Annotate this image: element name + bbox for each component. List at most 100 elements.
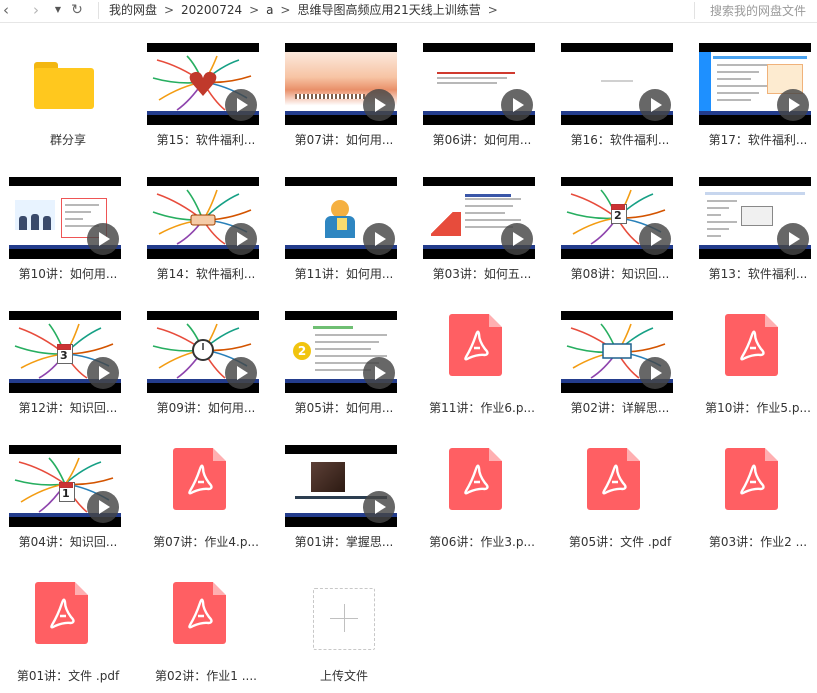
video-file-item[interactable]: 第02讲：详解思...	[555, 291, 685, 425]
pdf-file-item[interactable]: 第01讲：文件 .pdf	[3, 559, 133, 693]
file-name-label: 第14：软件福利...	[156, 267, 256, 281]
pdf-icon	[449, 314, 502, 376]
divider	[694, 2, 695, 19]
file-name-label: 第06讲：作业3.p...	[429, 535, 535, 549]
play-icon[interactable]	[639, 223, 671, 255]
play-icon[interactable]	[225, 223, 257, 255]
breadcrumb-item-current[interactable]: 思维导图高频应用21天线上训练营	[297, 0, 480, 21]
file-name-label: 上传文件	[319, 669, 368, 683]
back-arrow-icon[interactable]: ‹	[0, 0, 12, 22]
pdf-icon	[587, 448, 640, 510]
video-thumbnail	[147, 43, 259, 125]
file-name-label: 第11讲：如何用...	[294, 267, 394, 281]
video-file-item[interactable]: 第03讲：如何五...	[417, 157, 547, 291]
video-file-item[interactable]: 第16：软件福利...	[555, 23, 685, 157]
video-file-item[interactable]: 第01讲：掌握思...	[279, 425, 409, 559]
video-file-item[interactable]: 第09讲：如何用...	[141, 291, 271, 425]
play-icon[interactable]	[87, 491, 119, 523]
pdf-file-item[interactable]: 第10讲：作业5.p...	[693, 291, 817, 425]
video-file-item[interactable]: 3 第12讲：知识回...	[3, 291, 133, 425]
pdf-file-item[interactable]: 第11讲：作业6.p...	[417, 291, 547, 425]
video-file-item[interactable]: 2 第05讲：如何用...	[279, 291, 409, 425]
video-file-item[interactable]: 第15：软件福利...	[141, 23, 271, 157]
file-name-label: 第01讲：文件 .pdf	[16, 669, 120, 683]
play-icon[interactable]	[501, 89, 533, 121]
breadcrumb-item[interactable]: 我的网盘	[109, 0, 157, 21]
video-file-item[interactable]: 2 第08讲：知识回...	[555, 157, 685, 291]
video-file-item[interactable]: 1 第04讲：知识回...	[3, 425, 133, 559]
file-name-label: 第01讲：掌握思...	[294, 535, 394, 549]
folder-item[interactable]: 群分享	[3, 23, 133, 157]
pdf-file-item[interactable]: 第03讲：作业2 ...	[693, 425, 817, 559]
pdf-icon	[35, 582, 88, 644]
play-icon[interactable]	[87, 357, 119, 389]
pdf-icon	[173, 582, 226, 644]
video-file-item[interactable]: 第14：软件福利...	[141, 157, 271, 291]
pdf-icon	[449, 448, 502, 510]
play-icon[interactable]	[225, 357, 257, 389]
play-icon[interactable]	[225, 89, 257, 121]
play-icon[interactable]	[777, 223, 809, 255]
play-icon[interactable]	[363, 89, 395, 121]
breadcrumb-separator: >	[280, 3, 291, 17]
play-icon[interactable]	[87, 223, 119, 255]
calendar-date: 3	[60, 349, 68, 362]
upload-tile[interactable]: 上传文件	[279, 559, 409, 693]
play-icon[interactable]	[777, 89, 809, 121]
file-name-label: 第06讲：如何用...	[432, 133, 532, 147]
pdf-file-item[interactable]: 第02讲：作业1 ....	[141, 559, 271, 693]
pdf-file-item[interactable]: 第06讲：作业3.p...	[417, 425, 547, 559]
file-name-label: 第09讲：如何用...	[156, 401, 256, 415]
breadcrumb-item[interactable]: a	[266, 0, 273, 21]
video-thumbnail	[9, 177, 121, 259]
pdf-icon	[725, 448, 778, 510]
video-thumbnail	[561, 43, 673, 125]
breadcrumb-separator: >	[249, 3, 260, 17]
file-name-label: 第17：软件福利...	[708, 133, 808, 147]
play-icon[interactable]	[363, 223, 395, 255]
file-name-label: 第15：软件福利...	[156, 133, 256, 147]
folder-icon	[34, 62, 94, 109]
play-icon[interactable]	[501, 223, 533, 255]
history-dropdown-icon[interactable]: ▼	[53, 0, 63, 22]
file-name-label: 第07讲：作业4.p...	[153, 535, 259, 549]
breadcrumb-separator: >	[487, 3, 498, 17]
pdf-file-item[interactable]: 第05讲：文件 .pdf	[555, 425, 685, 559]
play-icon[interactable]	[363, 491, 395, 523]
refresh-icon[interactable]: ↻	[70, 0, 84, 22]
video-thumbnail: 1	[9, 445, 121, 527]
video-thumbnail	[699, 43, 811, 125]
file-name-label: 第02讲：详解思...	[570, 401, 670, 415]
file-name-label: 第13：软件福利...	[708, 267, 808, 281]
plus-icon[interactable]	[313, 588, 375, 650]
video-file-item[interactable]: 第06讲：如何用...	[417, 23, 547, 157]
file-name-label: 第12讲：知识回...	[18, 401, 118, 415]
forward-arrow-icon[interactable]: ›	[30, 0, 42, 22]
play-icon[interactable]	[639, 89, 671, 121]
video-file-item[interactable]: 第07讲：如何用...	[279, 23, 409, 157]
file-name-label: 第11讲：作业6.p...	[429, 401, 535, 415]
video-thumbnail	[147, 177, 259, 259]
breadcrumb: 我的网盘 >20200724 > a > 思维导图高频应用21天线上训练营 >	[109, 0, 505, 22]
breadcrumb-item[interactable]: 20200724	[181, 0, 242, 21]
file-name-label: 第08讲：知识回...	[570, 267, 670, 281]
file-name-label: 第16：软件福利...	[570, 133, 670, 147]
video-thumbnail	[285, 43, 397, 125]
video-thumbnail	[699, 177, 811, 259]
video-thumbnail: 3	[9, 311, 121, 393]
file-name-label: 第03讲：作业2 ...	[708, 535, 808, 549]
play-icon[interactable]	[363, 357, 395, 389]
file-name-label: 群分享	[49, 133, 86, 147]
play-icon[interactable]	[639, 357, 671, 389]
video-file-item[interactable]: 第10讲：如何用...	[3, 157, 133, 291]
video-file-item[interactable]: 第17：软件福利...	[693, 23, 817, 157]
file-name-label: 第02讲：作业1 ....	[155, 669, 257, 683]
video-file-item[interactable]: 第11讲：如何用...	[279, 157, 409, 291]
calendar-date: 2	[614, 209, 622, 222]
video-file-item[interactable]: 第13：软件福利...	[693, 157, 817, 291]
pdf-file-item[interactable]: 第07讲：作业4.p...	[141, 425, 271, 559]
file-name-label: 第04讲：知识回...	[18, 535, 118, 549]
search-input[interactable]	[696, 0, 817, 22]
video-thumbnail	[285, 177, 397, 259]
video-thumbnail	[147, 311, 259, 393]
